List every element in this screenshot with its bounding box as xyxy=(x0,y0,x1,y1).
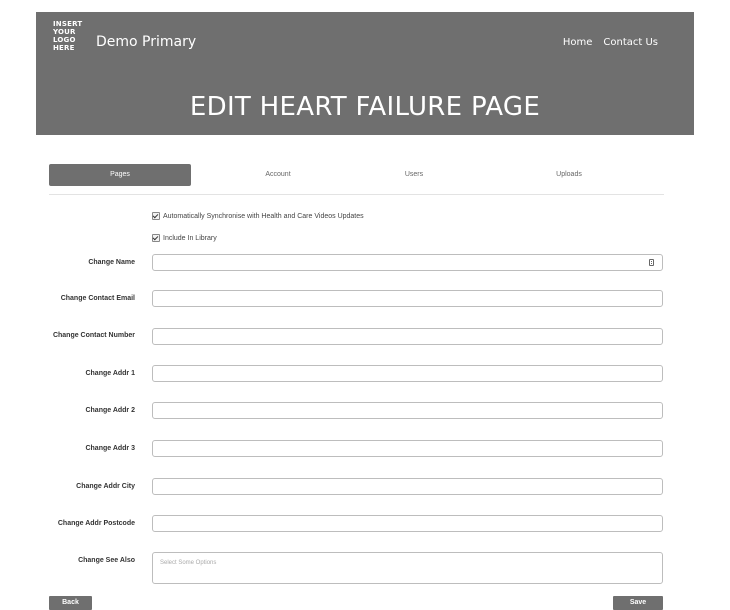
top-nav: Home Contact Us xyxy=(563,37,658,48)
tab-uploads[interactable]: Uploads xyxy=(514,164,624,186)
tab-users[interactable]: Users xyxy=(359,164,469,186)
change-postcode-label: Change Addr Postcode xyxy=(57,520,135,527)
change-postcode-input[interactable] xyxy=(152,515,663,532)
change-name-input[interactable] xyxy=(152,254,663,271)
logo-line: YOUR xyxy=(53,28,76,36)
change-name-label: Change Name xyxy=(88,259,135,266)
library-checkbox-row: Include In Library xyxy=(152,234,217,242)
change-see-also-label: Change See Also xyxy=(78,557,135,564)
logo-line: INSERT xyxy=(53,20,83,28)
change-city-label: Change Addr City xyxy=(76,483,135,490)
brand-name: Demo Primary xyxy=(96,34,197,50)
page-title: EDIT HEART FAILURE PAGE xyxy=(189,92,541,122)
change-see-also-multiselect[interactable]: Select Some Options xyxy=(152,552,663,584)
logo-line: HERE xyxy=(53,44,75,52)
tab-account[interactable]: Account xyxy=(223,164,333,186)
change-addr3-input[interactable] xyxy=(152,440,663,457)
change-addr1-input[interactable] xyxy=(152,365,663,382)
change-number-input[interactable] xyxy=(152,328,663,345)
change-number-label: Change Contact Number xyxy=(52,332,135,339)
change-email-input[interactable] xyxy=(152,290,663,307)
contact-card-icon[interactable] xyxy=(649,259,654,266)
see-also-placeholder: Select Some Options xyxy=(160,560,217,566)
nav-home-link[interactable]: Home xyxy=(563,37,593,48)
sync-checkbox[interactable] xyxy=(152,212,160,220)
library-checkbox-label: Include In Library xyxy=(163,234,217,242)
page-header: INSERT YOUR LOGO HERE Demo Primary Home … xyxy=(36,12,694,135)
change-addr1-label: Change Addr 1 xyxy=(85,370,135,377)
change-addr2-label: Change Addr 2 xyxy=(85,407,135,414)
tab-bar: Pages Account Users Uploads xyxy=(49,164,664,195)
sync-checkbox-row: Automatically Synchronise with Health an… xyxy=(152,212,364,220)
tab-pages[interactable]: Pages xyxy=(49,164,191,186)
nav-contact-link[interactable]: Contact Us xyxy=(603,37,658,48)
change-city-input[interactable] xyxy=(152,478,663,495)
logo-placeholder: INSERT YOUR LOGO HERE xyxy=(53,20,83,52)
change-email-label: Change Contact Email xyxy=(60,295,135,302)
sync-checkbox-label: Automatically Synchronise with Health an… xyxy=(163,212,364,220)
change-addr3-label: Change Addr 3 xyxy=(85,445,135,452)
library-checkbox[interactable] xyxy=(152,234,160,242)
change-addr2-input[interactable] xyxy=(152,402,663,419)
logo-line: LOGO xyxy=(53,36,76,44)
